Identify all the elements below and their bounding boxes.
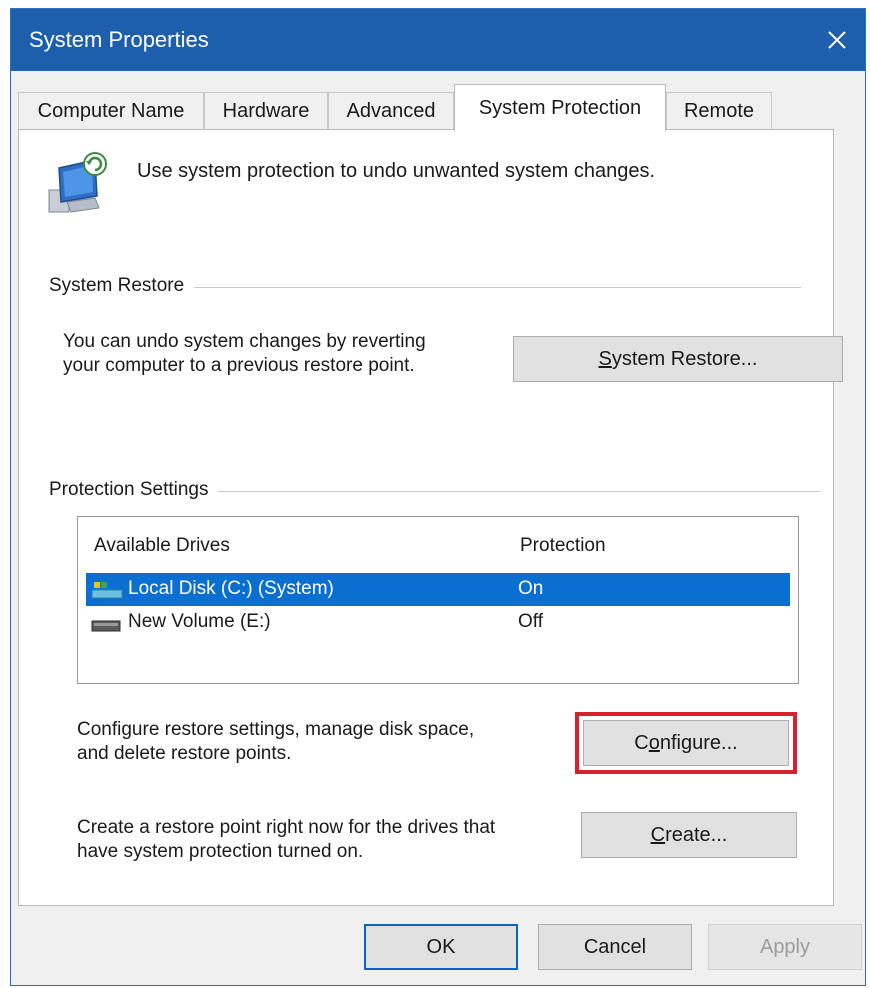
- button-mnemonic: A: [759, 935, 774, 958]
- drives-list[interactable]: Available Drives Protection Local Disk (…: [77, 516, 799, 684]
- system-restore-button[interactable]: System Restore...: [513, 336, 843, 382]
- tab-remote[interactable]: Remote: [666, 92, 772, 129]
- button-label: ystem Restore...: [611, 347, 758, 370]
- drive-icon: [91, 620, 121, 632]
- tab-hardware[interactable]: Hardware: [204, 92, 328, 129]
- tab-bar: Computer Name Hardware Advanced System P…: [18, 84, 838, 131]
- configure-description: Configure restore settings, manage disk …: [77, 718, 474, 766]
- tab-computer-name[interactable]: Computer Name: [18, 92, 204, 129]
- tab-label: Computer Name: [37, 99, 185, 122]
- drive-row[interactable]: Local Disk (C:) (System) On: [86, 573, 790, 606]
- tab-advanced[interactable]: Advanced: [328, 92, 454, 129]
- button-mnemonic: o: [648, 731, 660, 754]
- description-line: and delete restore points.: [77, 743, 292, 764]
- drive-name: Local Disk (C:) (System): [128, 578, 334, 599]
- button-label: C: [634, 731, 649, 754]
- description-line: Configure restore settings, manage disk …: [77, 719, 475, 740]
- button-label: reate...: [665, 823, 728, 846]
- description-line: You can undo system changes by reverting: [63, 331, 426, 352]
- close-button[interactable]: [809, 9, 865, 71]
- apply-button[interactable]: Apply: [708, 924, 862, 970]
- window-title: System Properties: [29, 27, 209, 52]
- system-restore-group-label: System Restore: [49, 275, 195, 297]
- cancel-button[interactable]: Cancel: [538, 924, 692, 970]
- ok-button[interactable]: OK: [364, 924, 518, 970]
- protection-settings-group-label: Protection Settings: [49, 479, 219, 501]
- tab-label: Hardware: [222, 99, 310, 122]
- close-icon: [828, 31, 846, 49]
- system-protection-icon: [48, 152, 107, 213]
- create-description: Create a restore point right now for the…: [77, 816, 495, 864]
- drive-name: New Volume (E:): [128, 611, 271, 632]
- system-restore-description: You can undo system changes by reverting…: [63, 330, 426, 378]
- tab-label: Advanced: [346, 99, 436, 122]
- description-line: your computer to a previous restore poin…: [63, 355, 415, 376]
- drive-protection-status: On: [518, 578, 544, 599]
- button-label: OK: [426, 935, 456, 958]
- drive-protection-status: Off: [518, 611, 543, 632]
- create-button[interactable]: Create...: [581, 812, 797, 858]
- tab-system-protection[interactable]: System Protection: [454, 84, 666, 131]
- configure-button[interactable]: Co nfigure...: [583, 720, 789, 766]
- description-line: Create a restore point right now for the…: [77, 817, 496, 838]
- column-header-available-drives[interactable]: Available Drives: [94, 535, 230, 557]
- button-label: Cancel: [583, 935, 647, 958]
- button-mnemonic: S: [598, 347, 612, 370]
- column-header-protection[interactable]: Protection: [520, 535, 606, 557]
- button-label: pply: [773, 935, 811, 958]
- system-drive-icon: [91, 582, 123, 599]
- tab-label: Remote: [683, 99, 755, 122]
- button-mnemonic: C: [650, 823, 666, 846]
- description-line: have system protection turned on.: [77, 841, 364, 862]
- tab-label: System Protection: [478, 96, 642, 119]
- title-bar: System Properties: [11, 9, 865, 71]
- button-label: nfigure...: [659, 731, 738, 754]
- intro-text: Use system protection to undo unwanted s…: [137, 160, 656, 182]
- system-protection-panel: Use system protection to undo unwanted s…: [18, 129, 843, 906]
- drive-row[interactable]: New Volume (E:) Off: [86, 606, 790, 639]
